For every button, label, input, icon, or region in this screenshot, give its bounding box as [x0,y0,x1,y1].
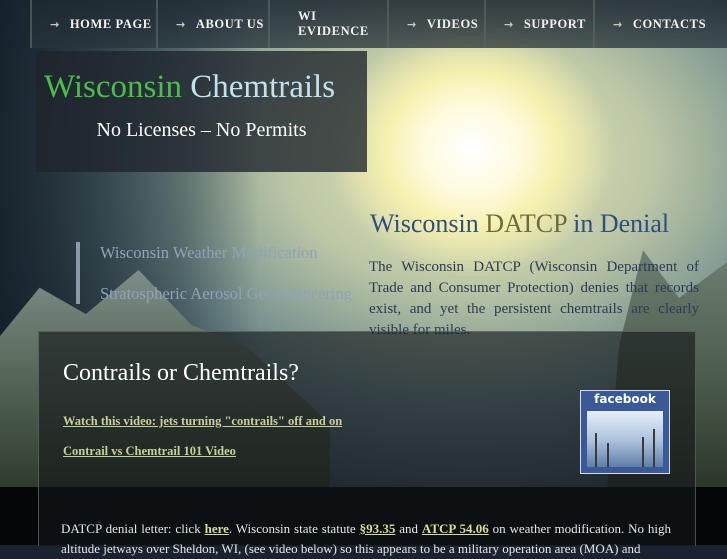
link-weather-modification[interactable]: Wisconsin Weather Modification [100,243,318,263]
site-title-word-1: Wisconsin [44,69,182,105]
text-segment: and [395,521,422,536]
site-tagline: No Licenses – No Permits [96,119,307,141]
datcp-heading: Wisconsin DATCP in Denial [370,209,669,239]
arrow-icon: → [50,17,60,31]
nav-label: ABOUT US [195,16,264,31]
link-atcp-54-06[interactable]: ATCP 54.06 [422,521,489,536]
arrow-icon: → [613,17,623,31]
facebook-badge[interactable]: facebook [580,390,670,474]
video-link-contrails[interactable]: Watch this video: jets turning "contrail… [63,414,342,429]
sky-trees-photo [587,411,663,467]
panel-heading: Contrails or Chemtrails? [63,360,299,386]
nav-videos[interactable]: → VIDEOS [387,0,484,48]
link-here[interactable]: here [205,521,229,536]
content-panel: Contrails or Chemtrails? Watch this vide… [38,331,696,556]
side-links-accent-bar [76,242,80,304]
tree-silhouette [607,443,609,467]
nav-label: CONTACTS [632,16,707,31]
nav-label: HOME PAGE [69,16,152,31]
video-link-contrail-101[interactable]: Contrail vs Chemtrail 101 Video [63,444,236,459]
tree-silhouette [595,433,597,467]
site-title[interactable]: Wisconsin Chemtrails [44,67,364,107]
text-segment: DATCP denial letter: click [61,521,205,536]
arrow-icon: → [407,17,417,31]
nav-wi-evidence[interactable]: WI EVIDENCE [268,0,387,48]
nav-label: VIDEOS [426,16,479,31]
site-header-box: Wisconsin Chemtrails No Licenses – No Pe… [36,51,367,172]
nav-contacts[interactable]: → CONTACTS [593,0,727,48]
nav-home-page[interactable]: → HOME PAGE [30,0,156,48]
datcp-description: The Wisconsin DATCP (Wisconsin Departmen… [369,259,699,338]
facebook-label: facebook [594,392,656,406]
nav-label: SUPPORT [523,16,586,31]
link-statute-93-35[interactable]: §93.35 [360,521,396,536]
arrow-icon: → [176,17,186,31]
arrow-icon: → [504,17,514,31]
tree-silhouette [653,429,655,467]
text-segment: . Wisconsin state statute [228,521,360,536]
datcp-heading-part-2: DATCP [485,209,567,238]
nav-label: WI EVIDENCE [298,9,369,38]
datcp-heading-part-1: Wisconsin [370,209,479,238]
panel-paragraph: DATCP denial letter: click here. Wiscons… [61,519,671,559]
nav-about-us[interactable]: → ABOUT US [156,0,268,48]
tree-silhouette [642,437,644,467]
datcp-heading-part-3: in Denial [573,209,670,238]
nav-support[interactable]: → SUPPORT [484,0,593,48]
main-nav: → HOME PAGE → ABOUT US WI EVIDENCE → VID… [30,0,727,48]
site-title-word-2: Chemtrails [190,69,336,105]
link-aerosol-geoengineering[interactable]: Stratospheric Aerosol Geoengineering [100,284,352,304]
